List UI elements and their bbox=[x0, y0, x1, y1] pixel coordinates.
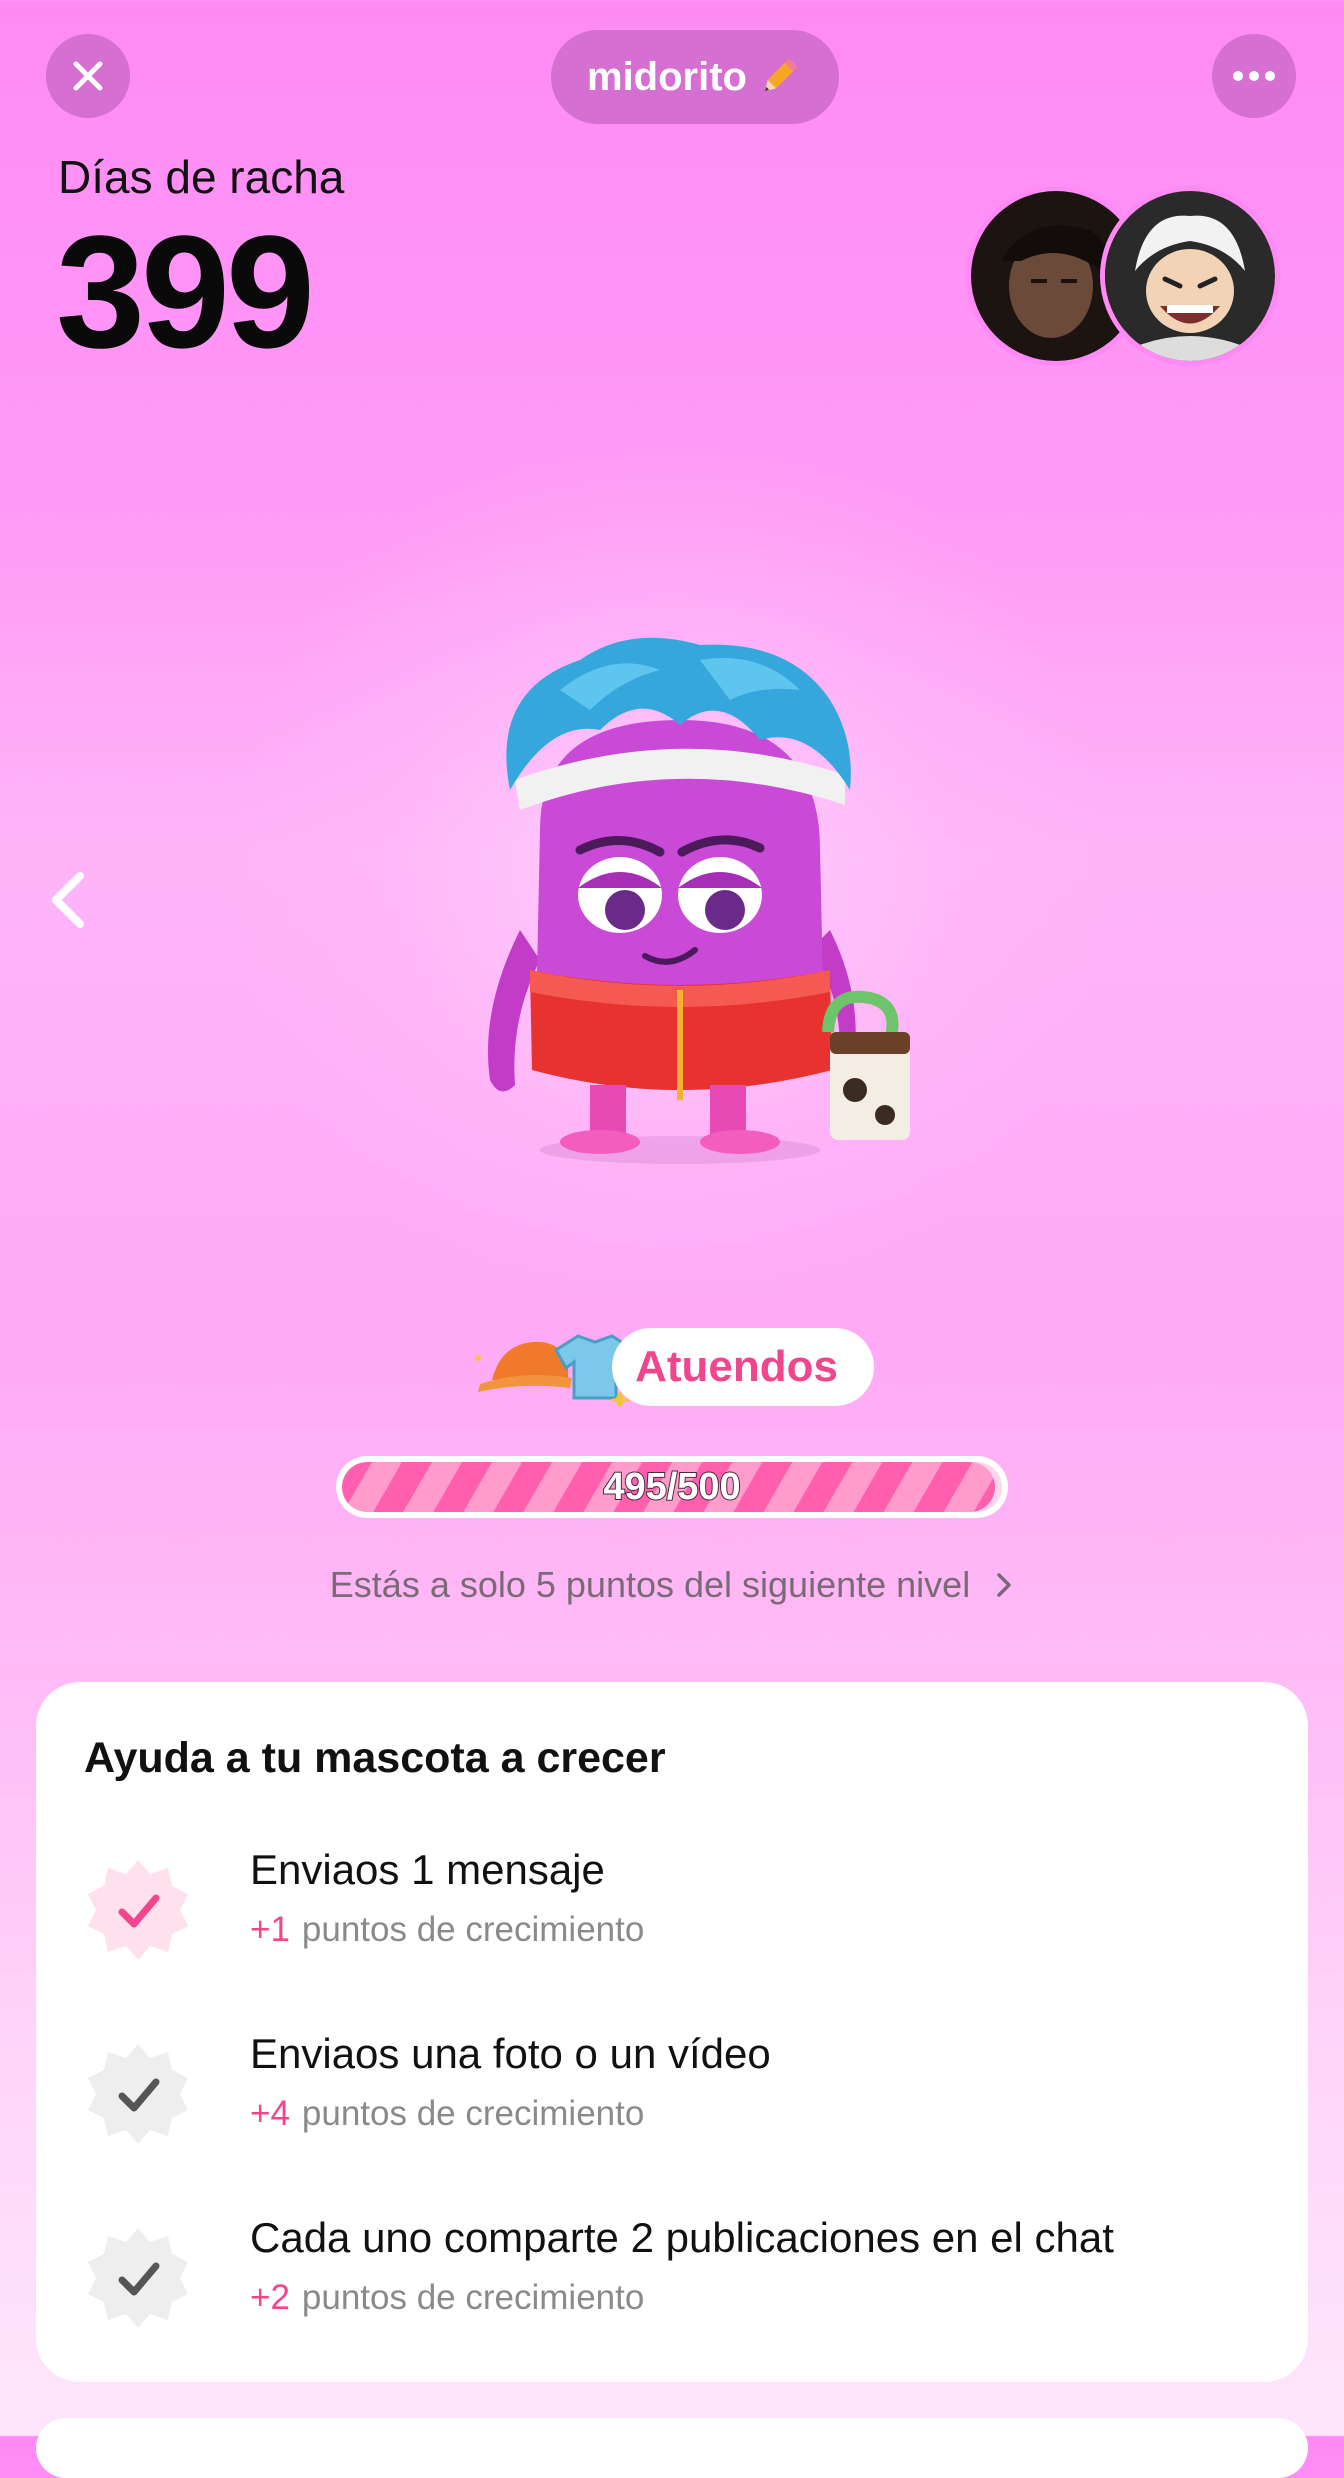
streak-count: 399 bbox=[56, 202, 315, 381]
next-level-text: Estás a solo 5 puntos del siguiente nive… bbox=[329, 1564, 971, 1605]
task-points: +2 puntos de crecimiento bbox=[250, 2278, 644, 2318]
outfits-button[interactable]: Atuendos bbox=[462, 1324, 882, 1408]
check-badge-icon-active bbox=[88, 1860, 188, 1960]
streak-label: Días de racha bbox=[58, 151, 345, 203]
task-check-badge bbox=[84, 1856, 192, 1964]
next-card-peek bbox=[36, 2418, 1308, 2478]
tasks-card: Ayuda a tu mascota a crecer Enviaos 1 me… bbox=[36, 1682, 1308, 2382]
more-button[interactable] bbox=[1212, 34, 1296, 118]
task-points-label: puntos de crecimiento bbox=[301, 2094, 645, 2133]
check-badge-icon bbox=[88, 2044, 188, 2144]
avatar-user[interactable] bbox=[1100, 186, 1280, 366]
pet-character[interactable] bbox=[460, 630, 960, 1170]
task-points: +4 puntos de crecimiento bbox=[250, 2094, 644, 2134]
task-title: Enviaos 1 mensaje bbox=[250, 1846, 605, 1893]
chat-name-button[interactable]: midorito bbox=[551, 30, 839, 124]
chevron-right-icon bbox=[997, 1573, 1011, 1597]
close-icon bbox=[73, 61, 103, 91]
more-icon bbox=[1233, 71, 1275, 81]
task-title: Enviaos una foto o un vídeo bbox=[250, 2030, 771, 2077]
close-button[interactable] bbox=[46, 34, 130, 118]
task-check-badge bbox=[84, 2040, 192, 2148]
growth-progress-track: 495/500 bbox=[342, 1462, 1002, 1512]
growth-progress-text: 495/500 bbox=[602, 1465, 741, 1509]
task-points-value: +4 bbox=[250, 2094, 290, 2133]
task-points: +1 puntos de crecimiento bbox=[250, 1910, 644, 1950]
pencil-icon bbox=[764, 58, 798, 92]
task-points-value: +1 bbox=[250, 1910, 290, 1949]
task-item: Cada uno comparte 2 publicaciones en el … bbox=[84, 2214, 1264, 2354]
tasks-card-title: Ayuda a tu mascota a crecer bbox=[84, 1734, 666, 1782]
task-points-value: +2 bbox=[250, 2278, 290, 2317]
check-badge-icon bbox=[88, 2228, 188, 2328]
task-points-label: puntos de crecimiento bbox=[301, 1910, 645, 1949]
task-item: Enviaos una foto o un vídeo +4 puntos de … bbox=[84, 2030, 1264, 2170]
previous-pet-chevron-icon[interactable] bbox=[46, 868, 90, 932]
growth-progress-bar: 495/500 bbox=[336, 1456, 1008, 1518]
task-points-label: puntos de crecimiento bbox=[301, 2278, 645, 2317]
chat-name: midorito bbox=[587, 54, 747, 99]
task-title: Cada uno comparte 2 publicaciones en el … bbox=[250, 2214, 1114, 2261]
task-check-badge bbox=[84, 2224, 192, 2332]
task-item: Enviaos 1 mensaje +1 puntos de crecimient… bbox=[84, 1846, 1264, 1986]
next-level-link[interactable]: Estás a solo 5 puntos del siguiente nive… bbox=[0, 1564, 1344, 1606]
outfits-label: Atuendos bbox=[612, 1328, 874, 1406]
avatar-user-image bbox=[1105, 191, 1275, 361]
